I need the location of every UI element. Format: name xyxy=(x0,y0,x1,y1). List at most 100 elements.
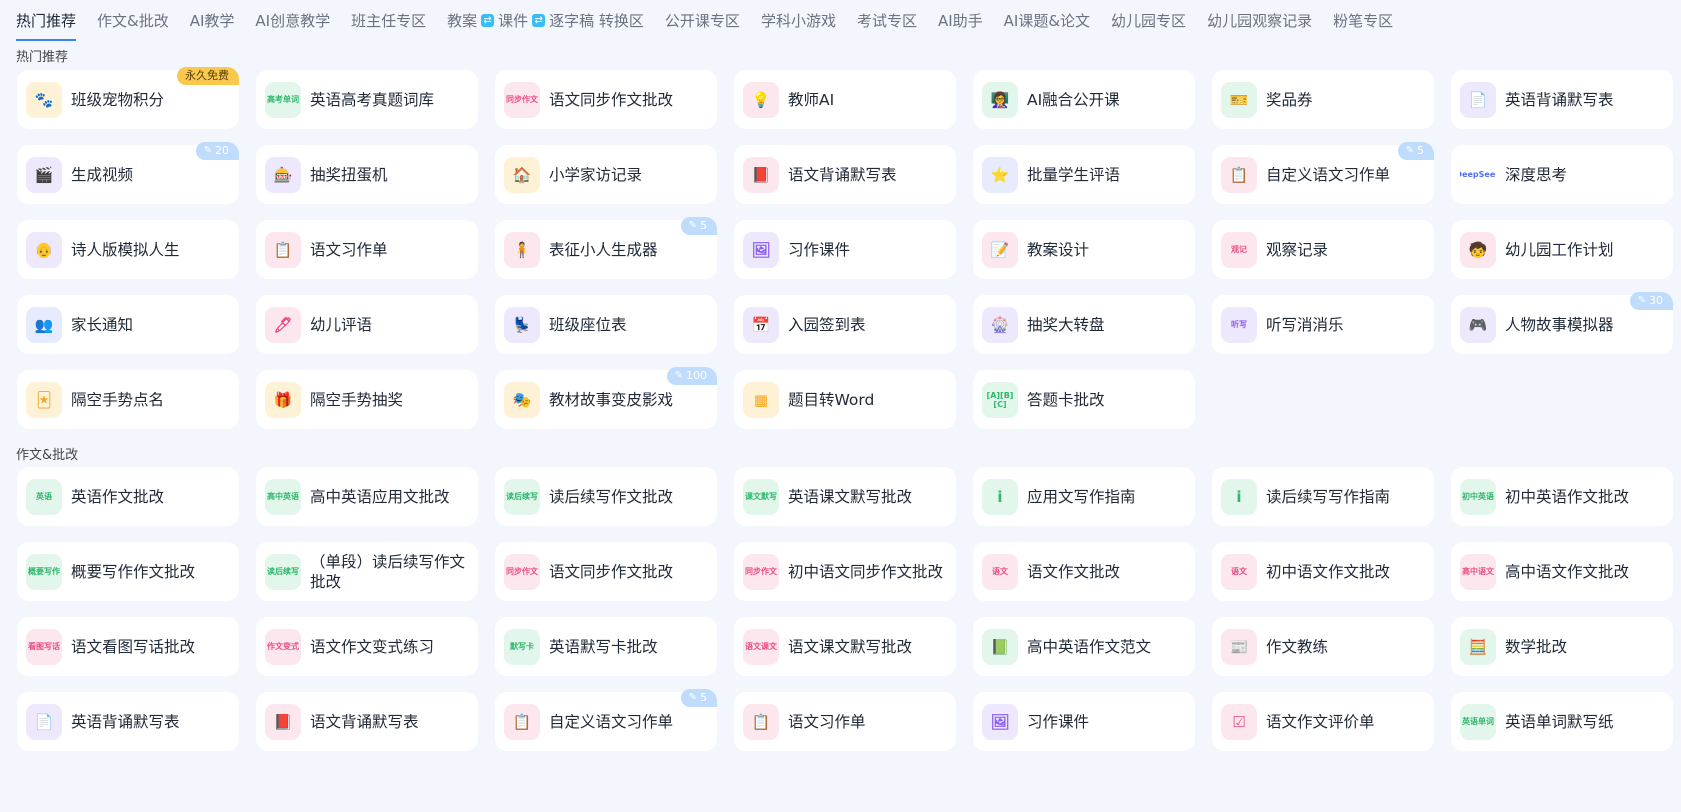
tab-11[interactable]: 幼儿园专区 xyxy=(1111,10,1186,31)
tool-card[interactable]: 概要写作 概要写作作文批改 xyxy=(17,542,239,601)
tool-card[interactable]: 🖼 习作课件 xyxy=(734,220,956,279)
tool-card[interactable]: 📰 作文教练 xyxy=(1212,617,1434,676)
tool-card[interactable]: 📝 教案设计 xyxy=(973,220,1195,279)
tool-card[interactable]: 📗 高中英语作文范文 xyxy=(973,617,1195,676)
tool-card[interactable]: 📄 英语背诵默写表 xyxy=(17,692,239,751)
tool-card[interactable]: 英语 英语作文批改 xyxy=(17,467,239,526)
tool-card[interactable]: 语文课文 语文课文默写批改 xyxy=(734,617,956,676)
tool-card[interactable]: 💡 教师AI xyxy=(734,70,956,129)
icon-glyph: DeepSeek xyxy=(1460,170,1496,179)
tool-card[interactable]: 🖼 习作课件 xyxy=(973,692,1195,751)
tool-card-label: 家长通知 xyxy=(71,315,134,334)
tool-card-label: 英语高考真题词库 xyxy=(310,90,435,109)
edit-plus-icon: 看图写话 xyxy=(26,628,62,665)
tool-card[interactable]: 语文 初中语文作文批改 xyxy=(1212,542,1434,601)
tool-card-label: 人物故事模拟器 xyxy=(1505,315,1614,334)
tool-card[interactable]: i 应用文写作指南 xyxy=(973,467,1195,526)
tool-card[interactable]: 🎁 隔空手势抽奖 xyxy=(256,370,478,429)
tab-4[interactable]: 班主任专区 xyxy=(351,10,426,31)
edit-plus-icon: 高中语文 xyxy=(1460,553,1496,590)
tool-card[interactable]: 📄 英语背诵默写表 xyxy=(1451,70,1673,129)
tool-card[interactable]: 🎬 生成视频 ✎ 20 xyxy=(17,142,239,204)
tab-13[interactable]: 粉笔专区 xyxy=(1333,10,1393,31)
tool-card[interactable]: 🧒 幼儿园工作计划 xyxy=(1451,220,1673,279)
tool-card[interactable]: 🎰 抽奖扭蛋机 xyxy=(256,145,478,204)
tool-card[interactable]: DeepSeek 深度思考 xyxy=(1451,145,1673,204)
tool-card[interactable]: 🎮 人物故事模拟器 ✎ 30 xyxy=(1451,292,1673,354)
tool-card[interactable]: 🃏 隔空手势点名 xyxy=(17,370,239,429)
tool-card[interactable]: 📕 语文背诵默写表 xyxy=(734,145,956,204)
notebook-icon: 📕 xyxy=(265,703,301,740)
tool-card[interactable]: 💺 班级座位表 xyxy=(495,295,717,354)
tool-card[interactable]: 🎭 教材故事变皮影戏 ✎ 100 xyxy=(495,367,717,429)
tool-card[interactable]: 同步作文 初中语文同步作文批改 xyxy=(734,542,956,601)
tool-card[interactable]: [A][B][C] 答题卡批改 xyxy=(973,370,1195,429)
tool-card[interactable]: 默写卡 英语默写卡批改 xyxy=(495,617,717,676)
tool-card-label: 生成视频 xyxy=(71,165,134,184)
tool-card[interactable]: 📋 自定义语文习作单 ✎ 5 xyxy=(1212,142,1434,204)
tool-card[interactable]: 📅 入园签到表 xyxy=(734,295,956,354)
tool-card[interactable]: 高中语文 高中语文作文批改 xyxy=(1451,542,1673,601)
tool-card[interactable]: 👥 家长通知 xyxy=(17,295,239,354)
tool-card[interactable]: ▦ 题目转Word xyxy=(734,370,956,429)
tool-card[interactable]: 听写 听写消消乐 xyxy=(1212,295,1434,354)
tab-0[interactable]: 热门推荐 xyxy=(16,10,77,41)
tool-card[interactable]: 🎫 奖品券 xyxy=(1212,70,1434,129)
tab-5[interactable]: 教案 ⇄ 课件 ⇄ 逐字稿 转换区 xyxy=(447,10,644,31)
summary-icon: 概要写作 xyxy=(26,553,62,590)
tool-card-label: 英语背诵默写表 xyxy=(1505,90,1614,109)
pencil-icon: ✎ xyxy=(203,145,212,156)
tab-10[interactable]: AI课题&论文 xyxy=(1004,10,1090,31)
badge-text: 5 xyxy=(1417,144,1424,157)
tool-card[interactable]: 📋 语文习作单 xyxy=(256,220,478,279)
tool-card[interactable]: 作文变式 语文作文变式练习 xyxy=(256,617,478,676)
tool-card[interactable]: i 读后续写写作指南 xyxy=(1212,467,1434,526)
tab-label: 学科小游戏 xyxy=(760,11,836,30)
tool-card[interactable]: 观记 观察记录 xyxy=(1212,220,1434,279)
tab-3[interactable]: AI创意教学 xyxy=(255,10,330,31)
tab-1[interactable]: 作文&批改 xyxy=(97,10,169,31)
tool-card[interactable]: 初中英语 初中英语作文批改 xyxy=(1451,467,1673,526)
tool-card[interactable]: 🏠 小学家访记录 xyxy=(495,145,717,204)
tab-6[interactable]: 公开课专区 xyxy=(665,10,740,31)
tab-2[interactable]: AI教学 xyxy=(190,10,235,31)
tab-7[interactable]: 学科小游戏 xyxy=(761,10,836,31)
continuation-icon: 读后续写 xyxy=(265,553,301,590)
tab-12[interactable]: 幼儿园观察记录 xyxy=(1207,10,1312,31)
tool-card[interactable]: 🎡 抽奖大转盘 xyxy=(973,295,1195,354)
tool-card[interactable]: 📋 自定义语文习作单 ✎ 5 xyxy=(495,689,717,751)
tool-card[interactable]: 🖊 幼儿评语 xyxy=(256,295,478,354)
tool-card[interactable]: 🧍 表征小人生成器 ✎ 5 xyxy=(495,217,717,279)
tool-card[interactable]: 读后续写 （单段）读后续写作文批改 xyxy=(256,542,478,601)
tool-card[interactable]: ☑ 语文作文评价单 xyxy=(1212,692,1434,751)
icon-glyph: 📕 xyxy=(751,165,771,184)
tool-card[interactable]: 📕 语文背诵默写表 xyxy=(256,692,478,751)
tool-card-label: 英语作文批改 xyxy=(71,487,165,506)
tool-card[interactable]: 语文 语文作文批改 xyxy=(973,542,1195,601)
tab-label: 粉笔专区 xyxy=(1333,11,1394,30)
tool-card[interactable]: 👩‍🏫 AI融合公开课 xyxy=(973,70,1195,129)
tool-card[interactable]: 同步作文 语文同步作文批改 xyxy=(495,70,717,129)
tab-9[interactable]: AI助手 xyxy=(938,10,983,31)
seats-icon: 💺 xyxy=(504,306,540,343)
icon-glyph: 📋 xyxy=(273,240,293,259)
tool-card[interactable]: 同步作文 语文同步作文批改 xyxy=(495,542,717,601)
tool-card[interactable]: 🧮 数学批改 xyxy=(1451,617,1673,676)
tool-card[interactable]: ⭐ 批量学生评语 xyxy=(973,145,1195,204)
tool-card-label: 英语背诵默写表 xyxy=(71,712,180,731)
tool-card[interactable]: 👴 诗人版模拟人生 xyxy=(17,220,239,279)
icon-glyph: 🖼 xyxy=(751,240,771,259)
tab-label: 公开课专区 xyxy=(664,11,740,30)
tool-card[interactable]: 🐾 班级宠物积分 永久免费 xyxy=(17,67,239,129)
tool-card[interactable]: 读后续写 读后续写作文批改 xyxy=(495,467,717,526)
pencil-icon: ✎ xyxy=(674,370,683,381)
tool-card[interactable]: 高中英语 高中英语应用文批改 xyxy=(256,467,478,526)
bulb-icon: 💡 xyxy=(743,81,779,118)
tool-card[interactable]: 看图写话 语文看图写话批改 xyxy=(17,617,239,676)
tool-card[interactable]: 英语单词 英语单词默写纸 xyxy=(1451,692,1673,751)
tool-card[interactable]: 课文默写 英语课文默写批改 xyxy=(734,467,956,526)
tool-card[interactable]: 高考单词 英语高考真题词库 xyxy=(256,70,478,129)
card-icon: 默写卡 xyxy=(504,628,540,665)
tab-8[interactable]: 考试专区 xyxy=(857,10,917,31)
tool-card[interactable]: 📋 语文习作单 xyxy=(734,692,956,751)
